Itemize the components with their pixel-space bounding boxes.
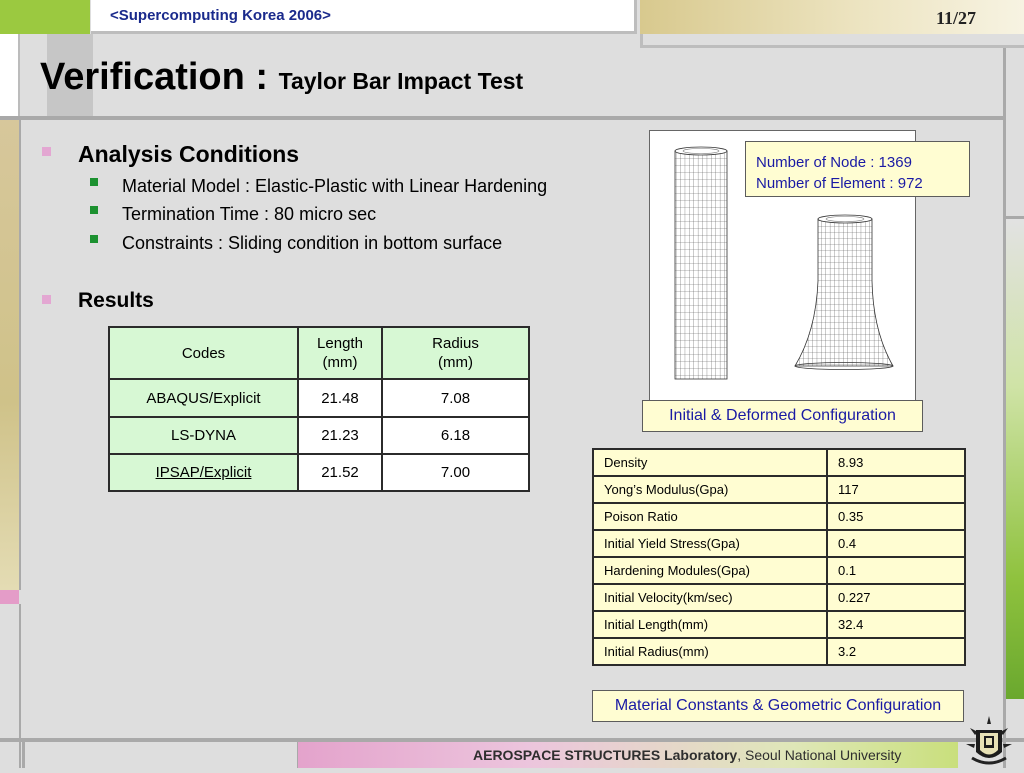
title-main: Verification : [40,56,279,98]
section-heading: Analysis Conditions [78,141,300,167]
footer-grey-block [22,742,300,768]
element-count: Number of Element : 972 [756,175,923,192]
results-table: Codes Length (mm) Radius (mm) ABAQUS/Expli… [108,326,530,492]
header-cell: Radius (mm) [381,326,530,380]
table-row: Yong’s Modulus(Gpa) 117 [592,475,966,504]
property-cell: Hardening Modules(Gpa) [592,556,828,585]
radius-cell: 6.18 [381,416,530,455]
property-cell: Initial Radius(mm) [592,637,828,666]
length-cell: 21.23 [297,416,383,455]
radius-cell: 7.08 [381,378,530,418]
left-decor-stripe [0,120,21,590]
section-heading: Results [78,289,154,312]
header-green-block [0,0,90,34]
table-row: Poison Ratio 0.35 [592,502,966,531]
left-lower-stripe [0,604,21,768]
value-cell: 0.4 [826,529,966,558]
header-cell: Codes [108,326,299,380]
bullet-green-icon [90,178,98,186]
value-cell: 0.1 [826,556,966,585]
value-cell: 3.2 [826,637,966,666]
bullet-green-icon [90,206,98,214]
property-cell: Initial Velocity(km/sec) [592,583,828,612]
page-number: 11/27 [936,8,977,28]
header-frame-line [640,34,1024,48]
title-divider [0,116,1006,120]
value-cell: 8.93 [826,448,966,477]
conference-title: <Supercomputing Korea 2006> [110,7,331,24]
table-row: Initial Yield Stress(Gpa) 0.4 [592,529,966,558]
value-cell: 0.35 [826,502,966,531]
bullet-green-icon [90,235,98,243]
condition-item: Material Model : Elastic-Plastic with Li… [122,176,548,196]
property-cell: Initial Yield Stress(Gpa) [592,529,828,558]
right-decor-stripe [1006,219,1024,699]
deformed-bar [794,214,894,370]
university-seal-icon [962,714,1016,768]
corner-white-block [0,34,18,116]
property-cell: Yong’s Modulus(Gpa) [592,475,828,504]
lab-name: AEROSPACE STRUCTURES Laboratory [473,747,738,763]
table-row: Hardening Modules(Gpa) 0.1 [592,556,966,585]
code-cell: ABAQUS/Explicit [108,378,299,418]
bullet-pink-icon [42,295,51,304]
slide-title: Verification : Taylor Bar Impact Test [40,56,523,99]
title-sub: Taylor Bar Impact Test [278,68,524,94]
initial-bar [674,146,728,380]
value-cell: 0.227 [826,583,966,612]
property-cell: Poison Ratio [592,502,828,531]
bullet-pink-icon [42,147,51,156]
left-pink-accent [0,590,19,604]
figure-caption: Initial & Deformed Configuration [642,400,923,432]
footer-text: AEROSPACE STRUCTURES Laboratory, Seoul N… [473,747,901,763]
table-row: ABAQUS/Explicit 21.48 7.08 [108,378,530,418]
table-row: IPSAP/Explicit 21.52 7.00 [108,453,530,492]
node-count: Number of Node : 1369 [756,154,912,171]
university-name: , Seoul National University [737,747,902,763]
length-cell: 21.48 [297,378,383,418]
length-cell: 21.52 [297,453,383,492]
condition-item: Constraints : Sliding condition in botto… [122,233,503,253]
value-cell: 32.4 [826,610,966,639]
property-cell: Initial Length(mm) [592,610,828,639]
material-caption: Material Constants & Geometric Configura… [592,690,964,722]
mesh-info-box: Number of Node : 1369 Number of Element … [745,141,970,197]
header-cell: Length (mm) [297,326,383,380]
condition-item: Termination Time : 80 micro sec [122,204,377,224]
code-cell-link[interactable]: IPSAP/Explicit [108,453,299,492]
material-table: Density 8.93 Yong’s Modulus(Gpa) 117 Poiso… [592,448,966,666]
table-row: LS-DYNA 21.23 6.18 [108,416,530,455]
table-row: Initial Velocity(km/sec) 0.227 [592,583,966,612]
radius-cell: 7.00 [381,453,530,492]
code-cell: LS-DYNA [108,416,299,455]
value-cell: 117 [826,475,966,504]
table-row: Initial Radius(mm) 3.2 [592,637,966,666]
table-header-row: Codes Length (mm) Radius (mm) [108,326,530,380]
table-row: Density 8.93 [592,448,966,477]
property-cell: Density [592,448,828,477]
table-row: Initial Length(mm) 32.4 [592,610,966,639]
